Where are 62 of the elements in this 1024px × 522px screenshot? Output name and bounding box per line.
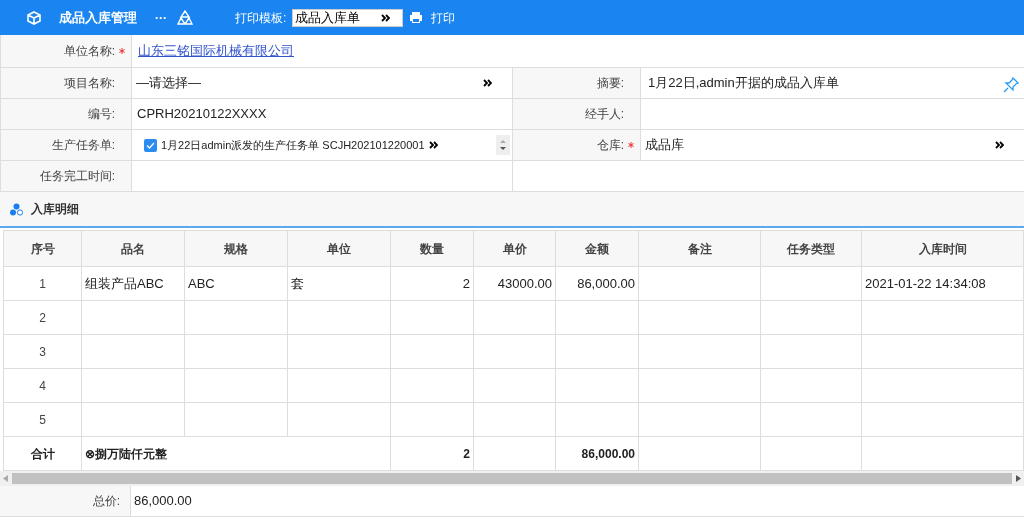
field-label: 编号: <box>87 106 115 123</box>
pin-icon[interactable] <box>1003 77 1019 93</box>
column-header: 单价 <box>473 230 556 267</box>
table-cell: 3 <box>3 334 82 369</box>
column-header: 备注 <box>638 230 761 267</box>
triangle-shapes-icon[interactable] <box>177 10 193 25</box>
spinner-control[interactable] <box>496 135 510 155</box>
double-chevron-icon[interactable] <box>428 141 438 149</box>
table-cell: 43000.00 <box>473 266 556 301</box>
template-value: 成品入库单 <box>295 8 361 27</box>
scroll-left-icon[interactable] <box>3 475 9 482</box>
field-label: 总价: <box>92 493 120 510</box>
more-button[interactable]: ··· <box>155 8 167 27</box>
column-header: 金额 <box>555 230 639 267</box>
column-header: 任务类型 <box>760 230 862 267</box>
column-header: 数量 <box>390 230 474 267</box>
table-cell: 2021-01-22 14:34:08 <box>861 266 1024 301</box>
table-cell: 套 <box>287 266 391 301</box>
select-value: 成品库 <box>645 136 684 155</box>
table-cell: 4 <box>3 368 82 403</box>
field-label: 摘要: <box>596 75 624 92</box>
select-field[interactable]: 成品库 <box>641 130 1024 160</box>
total-label: 合计 <box>3 436 82 471</box>
scroll-right-icon[interactable] <box>1015 475 1021 482</box>
table-cell: 2 <box>390 266 474 301</box>
printer-icon <box>409 11 424 24</box>
field-value: 86,000.00 <box>134 492 192 511</box>
table-cell: 1 <box>3 266 82 301</box>
template-select[interactable]: 成品入库单 <box>292 8 404 27</box>
table-cell: 5 <box>3 402 82 437</box>
company-link[interactable]: 山东三铭国际机械有限公司 <box>138 41 294 61</box>
task-order-value: 1月22日admin派发的生产任务单 SCJH202101220001 <box>161 137 425 153</box>
column-header: 规格 <box>184 230 288 267</box>
field-label: 单位名称: <box>63 43 115 60</box>
cube-icon <box>27 10 41 25</box>
column-header: 单位 <box>287 230 391 267</box>
field-label: 任务完工时间: <box>39 168 115 185</box>
field-label: 项目名称: <box>63 75 115 92</box>
table-cell: 2 <box>3 300 82 335</box>
field-value: CPRH20210122XXXX <box>136 105 267 124</box>
section-title: 入库明细 <box>31 201 79 218</box>
circles-icon <box>10 202 23 216</box>
table-cell: 组装产品ABC <box>81 266 185 301</box>
column-header: 序号 <box>3 230 82 267</box>
amount-in-words: ⊗捌万陆仟元整 <box>81 436 391 471</box>
table-cell: ABC <box>184 266 288 301</box>
field-label: 经手人: <box>584 106 624 123</box>
app-title: 成品入库管理 <box>59 8 137 27</box>
scrollbar-thumb[interactable] <box>12 473 1012 484</box>
print-button[interactable]: 打印 <box>409 8 456 27</box>
print-template-label: 打印模板: <box>235 9 287 27</box>
total-amount: 86,000.00 <box>555 436 639 471</box>
field-label: 仓库: <box>596 137 624 154</box>
total-quantity: 2 <box>390 436 474 471</box>
field-value: 1月22日,admin开据的成品入库单 <box>647 74 839 93</box>
up-down-arrows-icon <box>499 138 507 152</box>
table-cell: 86,000.00 <box>555 266 639 301</box>
column-header: 品名 <box>81 230 185 267</box>
checkbox[interactable] <box>144 138 157 152</box>
column-header: 入库时间 <box>861 230 1024 267</box>
select-value: —请选择— <box>136 74 201 93</box>
field-label: 生产任务单: <box>51 137 115 154</box>
